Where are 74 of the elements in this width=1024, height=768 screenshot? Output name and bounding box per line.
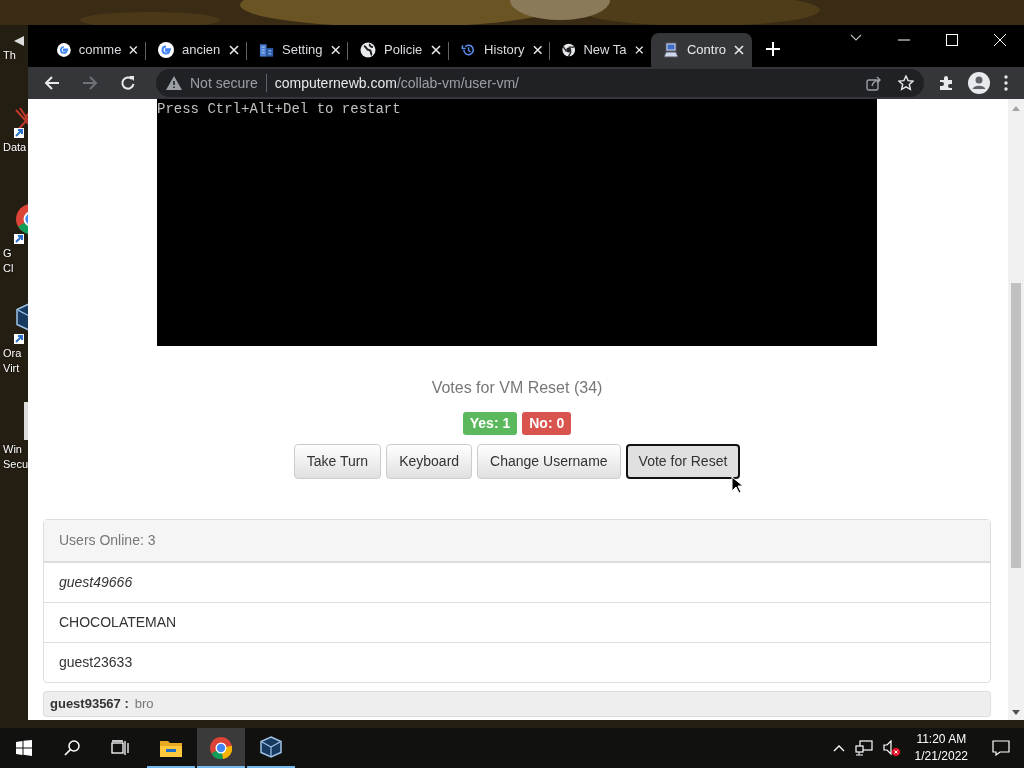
search-icon[interactable]: [64, 740, 80, 756]
task-view-icon[interactable]: [111, 740, 129, 756]
close-icon[interactable]: [634, 45, 643, 55]
no-count: No: 0: [522, 412, 572, 435]
browser-tab[interactable]: ancien: [146, 33, 247, 67]
share-icon[interactable]: [866, 75, 882, 91]
chrome-icon: [562, 42, 576, 58]
arrow-icon[interactable]: [12, 34, 26, 48]
icon-label: Ora Virt: [2, 346, 22, 376]
profile-avatar-icon[interactable]: [968, 72, 990, 94]
puzzle-icon[interactable]: [938, 75, 954, 91]
icon-label: Th: [2, 48, 16, 63]
chevron-down-icon[interactable]: [850, 34, 862, 42]
cursor-icon: [731, 476, 743, 494]
console-text: Press Ctrl+Alt+Del to restart: [157, 101, 402, 117]
security-label[interactable]: Not secure: [190, 72, 258, 94]
new-tab-icon[interactable]: [766, 41, 780, 56]
browser-tab[interactable]: History: [449, 33, 550, 67]
users-header: Users Online: 3: [44, 520, 990, 562]
windows-icon[interactable]: [16, 740, 32, 756]
clock-time[interactable]: 11:20 AM: [914, 731, 968, 748]
chrome-icon[interactable]: [210, 737, 232, 759]
computer-icon: [663, 42, 679, 58]
close-icon[interactable]: [229, 45, 239, 55]
yes-count: Yes: 1: [462, 412, 518, 435]
warning-icon: [166, 76, 182, 90]
speaker-muted-icon[interactable]: [882, 740, 901, 756]
vm-screen[interactable]: Press Ctrl+Alt+Del to restart: [157, 99, 877, 346]
notification-icon[interactable]: [992, 740, 1010, 756]
user-row[interactable]: CHOCOLATEMAN: [44, 602, 990, 642]
history-icon: [461, 42, 477, 58]
close-icon[interactable]: [532, 45, 542, 55]
taskbar-button[interactable]: [197, 728, 245, 768]
cube-icon[interactable]: [260, 736, 282, 760]
address-bar[interactable]: Not secure computernewb.com/collab-vm/user-vm/: [156, 69, 924, 97]
vote-title: Votes for VM Reset (34): [431, 378, 603, 398]
url-host: computernewb.com: [274, 73, 397, 93]
scrollbar-thumb[interactable]: [1011, 283, 1021, 568]
action-button[interactable]: Keyboard: [386, 444, 473, 479]
browser-tab[interactable]: Policie: [348, 33, 449, 67]
icon-label: Data: [2, 140, 27, 155]
action-button[interactable]: Vote for Reset: [625, 444, 741, 479]
user-row[interactable]: guest23633: [44, 642, 990, 682]
url-path: /collab-vm/user-vm/: [396, 73, 519, 93]
scrollbar[interactable]: [1008, 99, 1024, 720]
icon-label: G Cl: [2, 246, 14, 276]
reload-icon[interactable]: [120, 75, 136, 91]
browser-tab[interactable]: New Ta: [550, 33, 651, 67]
menu-icon[interactable]: [1004, 75, 1008, 91]
icon-label: Win Secu: [2, 442, 28, 472]
globe-icon: [360, 42, 376, 58]
close-icon[interactable]: [734, 45, 744, 55]
scroll-down-icon[interactable]: [1012, 710, 1020, 716]
chevron-up-icon[interactable]: [832, 744, 845, 752]
google-icon: [158, 42, 174, 58]
user-row[interactable]: guest49666: [44, 562, 990, 602]
close-icon[interactable]: [330, 45, 340, 55]
star-icon[interactable]: [898, 75, 914, 91]
browser-tab[interactable]: Contro: [651, 33, 752, 67]
back-arrow-icon[interactable]: [44, 75, 60, 91]
building-icon: [259, 42, 275, 58]
clock-date[interactable]: 1/21/2022: [914, 748, 968, 765]
chat-text: bro: [134, 695, 154, 713]
action-button[interactable]: Change Username: [477, 444, 621, 479]
maximize-icon[interactable]: [946, 34, 958, 46]
close-icon[interactable]: [431, 45, 441, 55]
google-icon: [57, 42, 71, 58]
folder-icon[interactable]: [160, 739, 182, 757]
close-icon[interactable]: [129, 45, 138, 55]
action-button[interactable]: Take Turn: [293, 444, 382, 479]
chat-user: guest93567 :: [50, 695, 129, 713]
network-icon[interactable]: [854, 740, 873, 756]
browser-tab[interactable]: Setting: [247, 33, 348, 67]
browser-tab[interactable]: comme: [45, 33, 146, 67]
